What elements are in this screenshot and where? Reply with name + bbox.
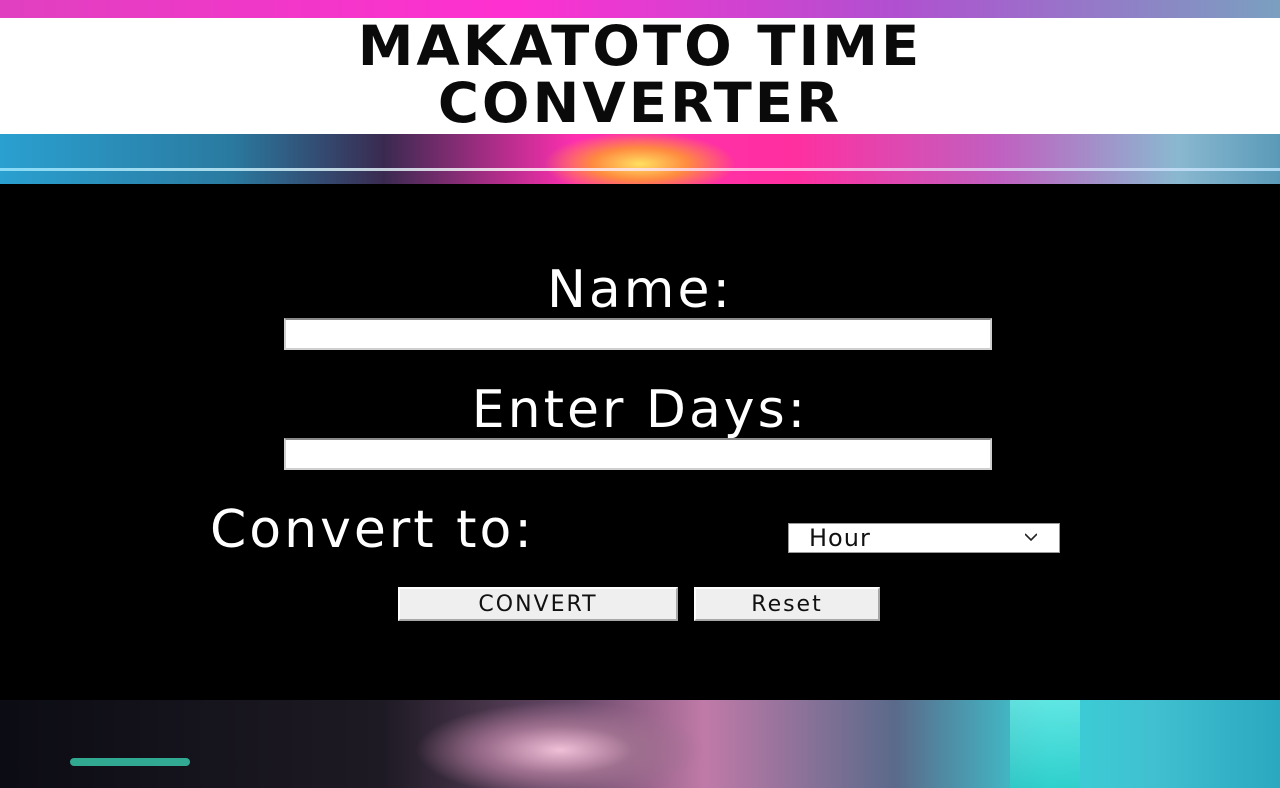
convert-to-label: Convert to: [210, 500, 535, 560]
convert-button[interactable]: CONVERT [398, 587, 678, 621]
page-title: MAKATOTO TIME CONVERTER [357, 15, 923, 136]
header-band: MAKATOTO TIME CONVERTER [0, 18, 1280, 134]
reset-button[interactable]: Reset [694, 587, 880, 621]
chevron-down-icon [1025, 533, 1037, 542]
background-image-middle [0, 134, 1280, 184]
background-glow [70, 758, 190, 766]
background-light [1010, 700, 1080, 788]
days-label: Enter Days: [471, 380, 809, 440]
divider [0, 168, 1280, 171]
app-window: MAKATOTO TIME CONVERTER Name: Enter Days… [0, 0, 1280, 788]
name-label: Name: [547, 260, 733, 320]
unit-select-value: Hour [809, 524, 871, 552]
name-input[interactable] [284, 318, 992, 350]
days-input[interactable] [284, 438, 992, 470]
unit-select[interactable]: Hour [788, 523, 1060, 553]
background-image-bottom [0, 700, 1280, 788]
